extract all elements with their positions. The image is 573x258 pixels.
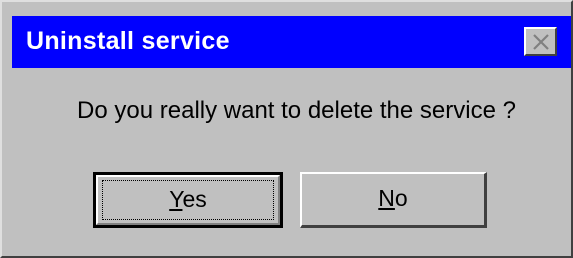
dialog-window: Uninstall service Do you really want to … — [0, 0, 573, 258]
yes-label-rest: es — [182, 186, 207, 212]
yes-button-label: Yes — [96, 175, 280, 225]
no-mnemonic: N — [378, 185, 395, 211]
close-button[interactable] — [524, 27, 557, 56]
title-bar[interactable]: Uninstall service — [12, 16, 571, 68]
window-title: Uninstall service — [26, 27, 230, 55]
close-icon — [533, 34, 549, 50]
yes-button[interactable]: Yes — [93, 172, 283, 228]
no-button-label: No — [302, 174, 484, 225]
no-button[interactable]: No — [300, 172, 487, 228]
confirmation-message: Do you really want to delete the service… — [77, 97, 516, 124]
no-label-rest: o — [394, 185, 408, 211]
yes-mnemonic: Y — [169, 186, 183, 212]
